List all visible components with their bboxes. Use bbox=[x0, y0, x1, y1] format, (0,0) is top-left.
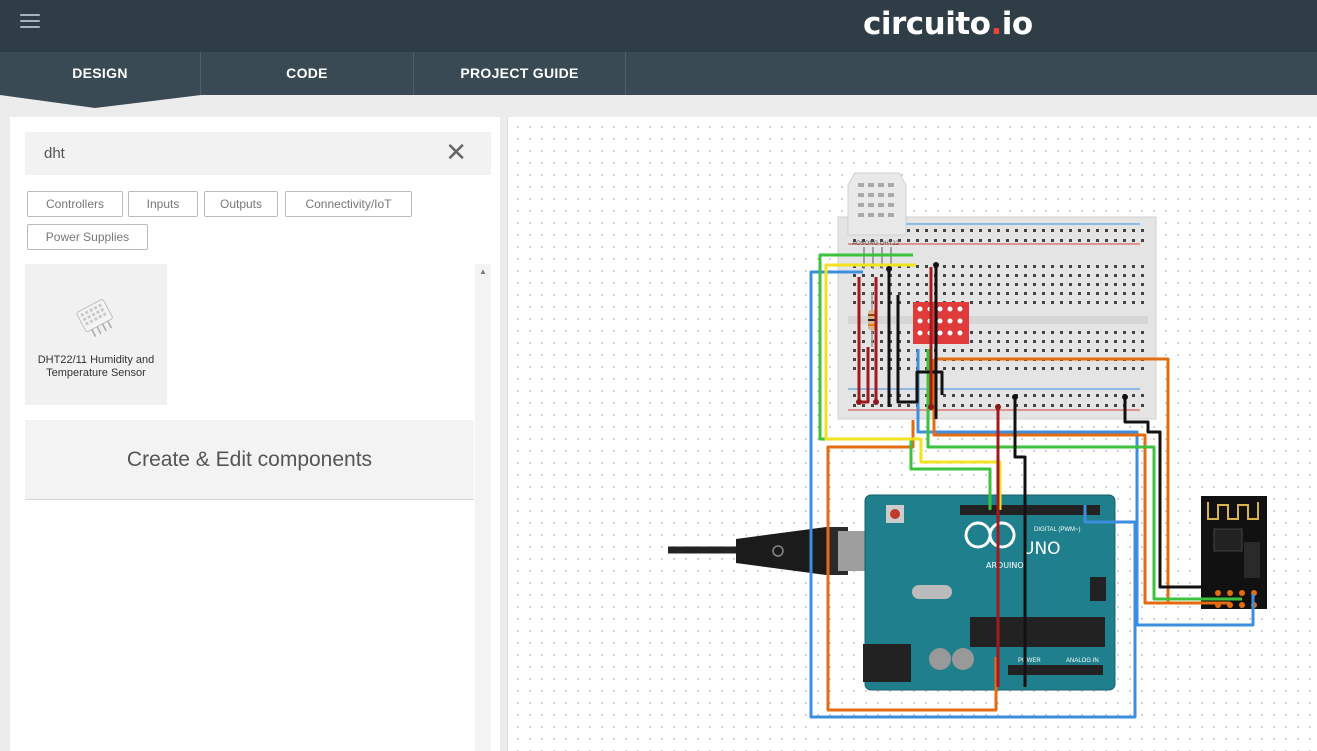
logo-tld: io bbox=[1001, 6, 1033, 42]
board-label-digital: DIGITAL (PWM~) bbox=[1034, 527, 1081, 533]
logic-level-converter[interactable] bbox=[913, 302, 969, 344]
logo-dot: . bbox=[990, 6, 1002, 42]
tab-design[interactable]: DESIGN bbox=[0, 52, 201, 95]
logo-main: circuito bbox=[863, 6, 991, 42]
top-bar: circuito.io bbox=[0, 0, 1317, 52]
results-list: DHT22/11 Humidity and Temperature Sensor… bbox=[25, 264, 491, 751]
breadboard[interactable] bbox=[837, 216, 1157, 420]
usb-cable[interactable] bbox=[668, 527, 880, 575]
board-label-arduino: ARDUINO bbox=[986, 561, 1024, 570]
category-connectivity-iot[interactable]: Connectivity/IoT bbox=[285, 191, 412, 217]
tab-code[interactable]: CODE bbox=[201, 52, 414, 95]
board-label-analog: ANALOG IN bbox=[1066, 658, 1099, 664]
board-label-power: POWER bbox=[1018, 658, 1041, 664]
component-name: DHT22/11 Humidity and Temperature Sensor bbox=[37, 354, 155, 379]
arduino-board[interactable]: UNO ARDUINO DIGITAL (PWM~) POWER ANALOG … bbox=[863, 494, 1116, 691]
board-label-uno: UNO bbox=[1022, 539, 1061, 559]
tab-bar: DESIGN CODE PROJECT GUIDE bbox=[0, 52, 1317, 95]
category-inputs[interactable]: Inputs bbox=[128, 191, 198, 217]
category-outputs[interactable]: Outputs bbox=[204, 191, 278, 217]
category-controllers[interactable]: Controllers bbox=[27, 191, 123, 217]
scroll-up-arrow-icon[interactable]: ▲ bbox=[475, 266, 491, 278]
hamburger-menu-icon[interactable] bbox=[20, 14, 40, 30]
component-panel: ✕ Controllers Inputs Outputs Connectivit… bbox=[10, 117, 500, 751]
app-logo[interactable]: circuito.io bbox=[863, 6, 1033, 42]
tab-project-guide[interactable]: PROJECT GUIDE bbox=[414, 52, 626, 95]
component-card[interactable]: DHT22/11 Humidity and Temperature Sensor bbox=[25, 264, 167, 405]
sensor-label: AOSONG DHT22 bbox=[852, 241, 900, 247]
esp8266-module[interactable] bbox=[1201, 496, 1267, 609]
scrollbar[interactable]: ▲ bbox=[475, 264, 491, 751]
close-icon[interactable]: ✕ bbox=[445, 140, 467, 166]
create-edit-components-button[interactable]: Create & Edit components bbox=[25, 420, 474, 500]
category-power-supplies[interactable]: Power Supplies bbox=[27, 224, 148, 250]
active-tab-indicator bbox=[0, 95, 201, 108]
search-input[interactable] bbox=[25, 132, 425, 175]
circuit-diagram[interactable]: AOSONG DHT22 UNO ARDUINO DIGITAL (PWM~) … bbox=[508, 117, 1317, 751]
create-edit-label: Create & Edit components bbox=[126, 448, 373, 471]
search-box: ✕ bbox=[25, 132, 491, 175]
dht-sensor-icon bbox=[76, 299, 113, 337]
design-canvas[interactable]: AOSONG DHT22 UNO ARDUINO DIGITAL (PWM~) … bbox=[507, 117, 1317, 751]
